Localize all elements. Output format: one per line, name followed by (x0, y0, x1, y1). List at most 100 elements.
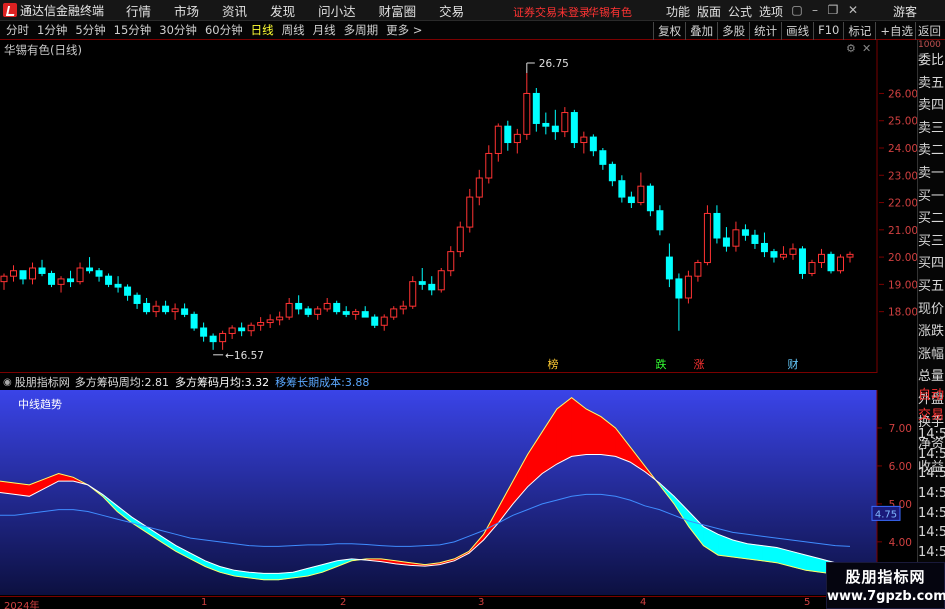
multi-stock-button[interactable]: 多股 (717, 22, 749, 40)
time-label: 3 (478, 597, 485, 608)
candle-body (713, 212, 721, 239)
tick-time: 14:56 (918, 427, 945, 443)
candle-body (675, 278, 683, 299)
price-axis-label: 25.00 (888, 116, 918, 128)
menu-item-news[interactable]: 资讯 (222, 1, 247, 20)
period-intraday[interactable]: 分时 (6, 22, 29, 38)
watermark-box: 股朋指标网 www.7gpzb.com (826, 562, 945, 609)
f10-button[interactable]: F10 (813, 22, 843, 40)
candle-body (589, 136, 597, 152)
side-label: 买四 (918, 256, 945, 272)
indicator-chart[interactable]: 7.006.005.004.003.004.75 中线趋势 (0, 390, 917, 595)
candle-body (665, 256, 673, 280)
eye-icon[interactable]: ◉ (3, 377, 12, 388)
add-watchlist-button[interactable]: +自选 (875, 22, 917, 40)
candle-body (266, 319, 274, 324)
period-1min[interactable]: 1分钟 (37, 22, 67, 38)
period-30min[interactable]: 30分钟 (159, 22, 197, 38)
guest-login[interactable]: 游客 (893, 3, 917, 20)
candle-body (836, 256, 844, 272)
candle-body (133, 294, 141, 304)
candle-body (504, 125, 512, 144)
side-label: 卖四 (918, 98, 945, 114)
main-kline-chart[interactable]: 26.00 25.00 24.00 23.00 22.00 21.00 20.00 19.00… (0, 40, 918, 373)
period-60min[interactable]: 60分钟 (205, 22, 243, 38)
restore-icon[interactable]: ▢ (790, 3, 804, 17)
menu-function[interactable]: 功能 (666, 3, 690, 20)
app-title: 通达信金融终端 (20, 3, 105, 18)
chart-settings-icon[interactable]: ⚙ (846, 42, 856, 55)
candle-body (580, 136, 588, 144)
period-more[interactable]: 更多 > (386, 22, 422, 38)
login-status[interactable]: 证券交易未登录 (513, 4, 590, 20)
stock-name-label: 华锡有色(日线) (4, 43, 82, 57)
chart-close-icon[interactable]: ✕ (862, 42, 871, 55)
quote-side-panel: 1000 委比 卖五 卖四 卖三 卖二 卖一 买一 买二 买三 买四 买五 现价 涨跌 涨幅 总量 外盘 换手净… (917, 40, 945, 609)
candle-body (447, 251, 455, 272)
auto-trade-label[interactable]: 交易 (918, 406, 945, 426)
period-5min[interactable]: 5分钟 (75, 22, 105, 38)
menu-item-discover[interactable]: 发现 (270, 1, 295, 20)
indicator-axis-label: 6.00 (889, 461, 912, 473)
candle-body (760, 242, 768, 253)
candle-body (143, 302, 151, 313)
candle-body (779, 253, 787, 258)
candle-body (542, 122, 550, 127)
candle-body (171, 308, 179, 313)
window-icon[interactable]: ❐ (826, 3, 840, 17)
candle-body (76, 267, 84, 283)
long-cost-value: 3.88 (344, 375, 370, 389)
tick-time: 14:56 (918, 485, 945, 501)
candle-body (342, 311, 350, 315)
period-15min[interactable]: 15分钟 (114, 22, 152, 38)
draw-line-button[interactable]: 画线 (781, 22, 813, 40)
candle-body (808, 262, 816, 274)
time-label: 5 (804, 597, 811, 608)
event-marker: 财 (788, 357, 799, 371)
menu-item-market[interactable]: 行情 (126, 1, 151, 20)
period-monthly[interactable]: 月线 (313, 22, 336, 38)
close-window-icon[interactable]: ✕ (846, 3, 860, 17)
candle-body (57, 278, 65, 285)
menu-item-wealth[interactable]: 财富圈 (379, 1, 417, 20)
period-weekly[interactable]: 周线 (282, 22, 305, 38)
indicator-plot[interactable]: 7.006.005.004.003.004.75 (0, 390, 917, 595)
app-logo-icon (3, 3, 17, 17)
candle-body (124, 286, 132, 296)
statistics-button[interactable]: 统计 (749, 22, 781, 40)
back-button[interactable]: 返回 (915, 22, 943, 40)
adjust-button[interactable]: 复权 (653, 22, 685, 40)
mark-button[interactable]: 标记 (843, 22, 875, 40)
menu-item-trade[interactable]: 交易 (439, 1, 464, 20)
candle-body (684, 275, 692, 299)
period-multi[interactable]: 多周期 (344, 22, 379, 38)
menu-layout[interactable]: 版面 (697, 3, 721, 20)
low-price-label: ←16.57 (225, 350, 264, 362)
minimize-icon[interactable]: – (808, 3, 822, 17)
time-label: 1 (201, 597, 208, 608)
menu-item-assistant[interactable]: 问小达 (318, 1, 356, 20)
menu-formula[interactable]: 公式 (728, 3, 752, 20)
indicator-header: ◉ 股朋指标网 多方筹码周均: 2.81 多方筹码月均: 3.32 移筹长期成本… (0, 374, 877, 390)
menu-options[interactable]: 选项 (759, 3, 783, 20)
candlestick-chart[interactable]: 26.00 25.00 24.00 23.00 22.00 21.00 20.00 19.00… (0, 40, 918, 373)
overlay-button[interactable]: 叠加 (685, 22, 717, 40)
candle-body (276, 316, 284, 321)
menu-item-markets[interactable]: 市场 (174, 1, 199, 20)
side-label: 买一 (918, 188, 945, 204)
indicator-name[interactable]: 股朋指标网 (15, 374, 70, 390)
candle-body (532, 92, 540, 124)
current-stock-tag[interactable]: 华锡有色 (588, 4, 632, 20)
current-value-label: 4.75 (875, 509, 897, 520)
period-daily[interactable]: 日线 (251, 22, 274, 38)
auto-trade-label[interactable]: 自动 (918, 386, 945, 406)
candle-body (428, 283, 436, 291)
side-label: 卖一 (918, 165, 945, 181)
candle-body (371, 316, 379, 326)
candle-body (38, 267, 46, 274)
candle-body (200, 327, 208, 337)
monthly-chip-value: 3.32 (244, 375, 270, 389)
tick-time: 14:56 (918, 525, 945, 541)
candle-body (741, 229, 749, 236)
candle-body (732, 229, 740, 247)
